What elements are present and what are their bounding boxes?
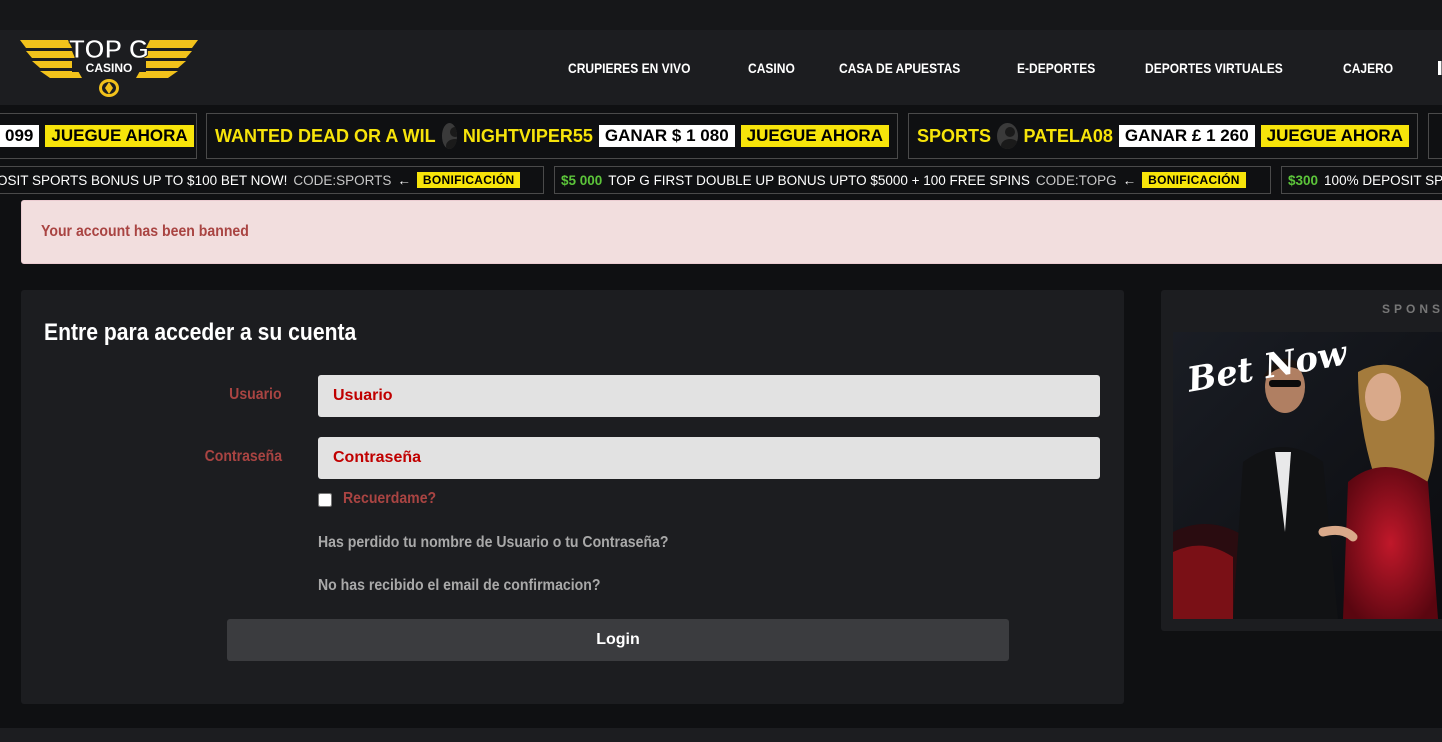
remember-label[interactable]: Recuerdame? xyxy=(343,490,436,508)
arrow-left-icon: ← xyxy=(1122,172,1137,188)
login-title: Entre para acceder a su cuenta xyxy=(44,319,357,346)
ticker-play-button[interactable]: JUEGUE AHORA xyxy=(740,125,889,147)
password-label: Contraseña xyxy=(204,448,282,465)
site-header: TOP G CASINO CRUPIERES EN VIVO CASINO CA… xyxy=(0,30,1442,105)
ticker-win-amount: 099 xyxy=(0,125,40,147)
bonus-ticker: OSIT SPORTS BONUS UP TO $100 BET NOW! CO… xyxy=(0,166,1442,194)
ticker-play-button[interactable]: JUEGUE AHORA xyxy=(1260,125,1409,147)
arrow-left-icon: ← xyxy=(397,172,411,188)
bonus-button[interactable]: BONIFICACIÓN xyxy=(416,172,521,188)
nav-sportsbook[interactable]: CASA DE APUESTAS xyxy=(839,60,960,76)
nav-live-dealers[interactable]: CRUPIERES EN VIVO xyxy=(568,60,690,76)
user-avatar-icon xyxy=(441,123,457,149)
sponsor-label: SPONSO xyxy=(1382,302,1442,316)
sponsor-panel: SPONSO B xyxy=(1161,290,1442,631)
bonus-code: CODE:SPORTS xyxy=(293,172,392,188)
bonus-button[interactable]: BONIFICACIÓN xyxy=(1142,172,1246,188)
bonus-text: OSIT SPORTS BONUS UP TO $100 BET NOW! xyxy=(0,172,288,188)
footer-strip xyxy=(0,728,1442,742)
ticker-username: NIGHTVIPER55 xyxy=(462,125,593,146)
winners-ticker: 099 JUEGUE AHORA WANTED DEAD OR A WIL NI… xyxy=(0,113,1442,159)
bonus-item[interactable]: $5 000 TOP G FIRST DOUBLE UP BONUS UPTO … xyxy=(554,166,1271,194)
bonus-text: TOP G FIRST DOUBLE UP BONUS UPTO $5000 +… xyxy=(608,172,1030,188)
ticker-game-name: WANTED DEAD OR A WIL xyxy=(215,125,436,146)
banned-alert: Your account has been banned xyxy=(21,200,1442,264)
remember-checkbox[interactable] xyxy=(318,493,332,507)
logo-bottom-text: CASINO xyxy=(86,61,133,75)
ticker-item[interactable]: 099 JUEGUE AHORA xyxy=(0,113,197,159)
nav-esports[interactable]: E-DEPORTES xyxy=(1017,60,1095,76)
ticker-win-amount: GANAR £ 1 260 xyxy=(1118,125,1255,147)
sponsor-banner-image[interactable]: Bet Now xyxy=(1173,332,1442,619)
main-nav: CRUPIERES EN VIVO CASINO CASA DE APUESTA… xyxy=(568,30,1442,105)
ticker-cutoff-mark xyxy=(1437,126,1442,147)
ticker-play-button[interactable]: JUEGUE AHORA xyxy=(45,125,194,147)
ticker-item[interactable]: WANTED DEAD OR A WIL NIGHTVIPER55 GANAR … xyxy=(206,113,898,159)
login-panel: Entre para acceder a su cuenta Usuario C… xyxy=(21,290,1124,704)
top-g-casino-logo[interactable]: TOP G CASINO xyxy=(20,34,198,98)
password-input[interactable] xyxy=(318,437,1100,479)
top-strip xyxy=(0,0,1442,30)
resend-confirmation-link[interactable]: No has recibido el email de confirmacion… xyxy=(318,577,600,595)
bonus-amount: $300 xyxy=(1288,172,1319,188)
username-label: Usuario xyxy=(229,386,282,403)
nav-virtual-sports[interactable]: DEPORTES VIRTUALES xyxy=(1145,60,1283,76)
ticker-username: PATELA08 xyxy=(1023,125,1113,146)
ticker-item-cutoff[interactable] xyxy=(1428,113,1442,159)
nav-more-cutoff[interactable] xyxy=(1438,60,1442,75)
ticker-game-name: SPORTS xyxy=(917,125,992,146)
bonus-item[interactable]: $300 100% DEPOSIT SP xyxy=(1281,166,1442,194)
ticker-win-amount: GANAR $ 1 080 xyxy=(598,125,735,147)
user-avatar-icon xyxy=(997,123,1018,149)
bonus-item[interactable]: OSIT SPORTS BONUS UP TO $100 BET NOW! CO… xyxy=(0,166,544,194)
nav-casino[interactable]: CASINO xyxy=(748,60,795,76)
bonus-text: 100% DEPOSIT SP xyxy=(1324,172,1442,188)
bonus-code: CODE:TOPG xyxy=(1035,172,1117,188)
login-button[interactable]: Login xyxy=(227,619,1009,661)
logo-top-text: TOP G xyxy=(69,36,149,64)
forgot-credentials-link[interactable]: Has perdido tu nombre de Usuario o tu Co… xyxy=(318,534,668,552)
username-input[interactable] xyxy=(318,375,1100,417)
bonus-amount: $5 000 xyxy=(561,172,603,188)
nav-cashier[interactable]: CAJERO xyxy=(1343,60,1393,76)
ticker-item[interactable]: SPORTS PATELA08 GANAR £ 1 260 JUEGUE AHO… xyxy=(908,113,1418,159)
alert-message: Your account has been banned xyxy=(41,223,249,240)
